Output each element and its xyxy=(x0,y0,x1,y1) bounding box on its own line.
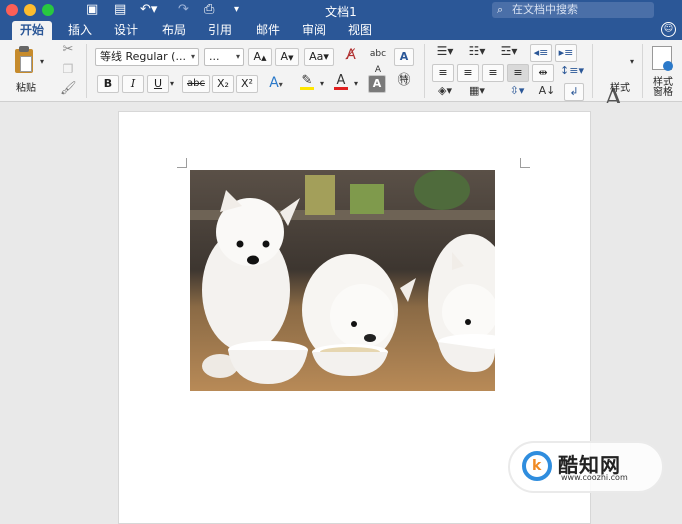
font-size-value: ... xyxy=(209,50,220,63)
page-margin-corner-top-right xyxy=(520,158,530,168)
character-shading-icon[interactable]: A xyxy=(368,75,386,93)
superscript-button[interactable]: X² xyxy=(236,75,258,93)
decrease-indent-icon[interactable]: ◂≡ xyxy=(530,44,552,62)
tab-home[interactable]: 开始 xyxy=(12,21,53,40)
copy-icon[interactable]: ❐ xyxy=(60,61,76,77)
ribbon-tab-bar: 开始 插入 设计 布局 引用 邮件 审阅 视图 ☺ xyxy=(0,20,682,40)
watermark: k 酷知网 www.coozhi.com xyxy=(508,441,664,493)
tab-layout[interactable]: 布局 xyxy=(162,23,186,37)
page-margin-corner-top-left xyxy=(177,158,187,168)
text-direction-icon[interactable]: ⇳▾ xyxy=(504,83,530,99)
styles-pane-label[interactable]: 样式 窗格 xyxy=(648,78,678,98)
align-center-icon[interactable]: ≡ xyxy=(457,64,479,82)
italic-button[interactable]: I xyxy=(122,75,144,93)
tab-insert[interactable]: 插入 xyxy=(68,23,92,37)
tab-references[interactable]: 引用 xyxy=(208,23,232,37)
underline-button[interactable]: U xyxy=(147,75,169,93)
search-placeholder: 在文档中搜索 xyxy=(512,3,578,16)
feedback-smiley-icon[interactable]: ☺ xyxy=(661,22,676,37)
styles-label: 样式 xyxy=(610,83,630,94)
change-case-button[interactable]: Aa▾ xyxy=(304,48,334,66)
sort-icon[interactable]: A↓ xyxy=(538,83,556,99)
format-painter-icon[interactable]: 🖌 xyxy=(60,81,77,97)
styles-pane-icon[interactable] xyxy=(652,46,673,71)
font-name-select[interactable]: 等线 Regular (... ▾ xyxy=(95,48,199,66)
ribbon-home: ▾ 粘贴 ✂ ❐ 🖌 等线 Regular (... ▾ ... ▾ A▲ A▼… xyxy=(0,40,682,114)
paste-label: 粘贴 xyxy=(16,83,36,94)
bold-button[interactable]: B xyxy=(97,75,119,93)
font-color-swatch xyxy=(334,87,348,90)
distributed-icon[interactable]: ⇹ xyxy=(532,64,554,82)
chevron-down-icon: ▾ xyxy=(190,52,195,61)
styles-pane-label-line2: 窗格 xyxy=(653,87,673,98)
tab-mailings[interactable]: 邮件 xyxy=(256,23,280,37)
clear-formatting-icon[interactable]: A̸ xyxy=(340,47,362,63)
enclose-characters-icon[interactable]: ㊕ xyxy=(394,73,414,89)
bullets-icon[interactable]: ☰▾ xyxy=(432,43,458,59)
highlight-color-swatch xyxy=(300,87,314,90)
font-color-chevron-icon[interactable]: ▾ xyxy=(354,76,358,92)
styles-chevron-icon[interactable]: ▾ xyxy=(630,54,634,70)
character-border-icon[interactable]: A xyxy=(394,48,414,66)
inserted-picture[interactable] xyxy=(190,170,495,391)
text-effects-icon[interactable]: A▾ xyxy=(264,75,288,93)
multilevel-list-icon[interactable]: ☲▾ xyxy=(496,43,522,59)
tab-view[interactable]: 视图 xyxy=(348,23,372,37)
justify-icon[interactable]: ≡ xyxy=(507,64,529,82)
font-name-value: 等线 Regular (... xyxy=(100,50,186,63)
puppies-image xyxy=(190,170,495,391)
show-formatting-marks-icon[interactable]: ↲ xyxy=(564,83,584,101)
search-field[interactable]: ⌕ 在文档中搜索 xyxy=(492,2,654,18)
paste-options-chevron-icon[interactable]: ▾ xyxy=(40,54,44,70)
numbering-icon[interactable]: ☷▾ xyxy=(464,43,490,59)
underline-options-chevron-icon[interactable]: ▾ xyxy=(170,76,174,92)
increase-indent-icon[interactable]: ▸≡ xyxy=(555,44,577,62)
coozhi-logo-icon: k xyxy=(522,451,552,481)
chevron-down-icon: ▾ xyxy=(235,52,240,61)
search-icon: ⌕ xyxy=(497,3,504,16)
tab-design[interactable]: 设计 xyxy=(114,23,138,37)
highlight-chevron-icon[interactable]: ▾ xyxy=(320,76,324,92)
shading-icon[interactable]: ◈▾ xyxy=(432,83,458,99)
title-bar: ▣ ▤ ↶▾ ↷ ⎙ ▾ 文档1 ⌕ 在文档中搜索 xyxy=(0,0,682,20)
watermark-url: www.coozhi.com xyxy=(561,473,628,482)
align-left-icon[interactable]: ≡ xyxy=(432,64,454,82)
tab-review[interactable]: 审阅 xyxy=(302,23,326,37)
cut-icon[interactable]: ✂ xyxy=(60,42,76,58)
paste-button[interactable] xyxy=(12,46,34,76)
strikethrough-button[interactable]: abc xyxy=(182,75,210,93)
subscript-button[interactable]: X₂ xyxy=(212,75,234,93)
font-size-select[interactable]: ... ▾ xyxy=(204,48,244,66)
borders-icon[interactable]: ▦▾ xyxy=(464,83,490,99)
phonetic-guide-icon[interactable]: abc A xyxy=(368,46,388,78)
grow-font-button[interactable]: A▲ xyxy=(248,48,272,66)
align-right-icon[interactable]: ≡ xyxy=(482,64,504,82)
shrink-font-button[interactable]: A▼ xyxy=(275,48,299,66)
line-spacing-icon[interactable]: ↕≡▾ xyxy=(560,63,584,79)
